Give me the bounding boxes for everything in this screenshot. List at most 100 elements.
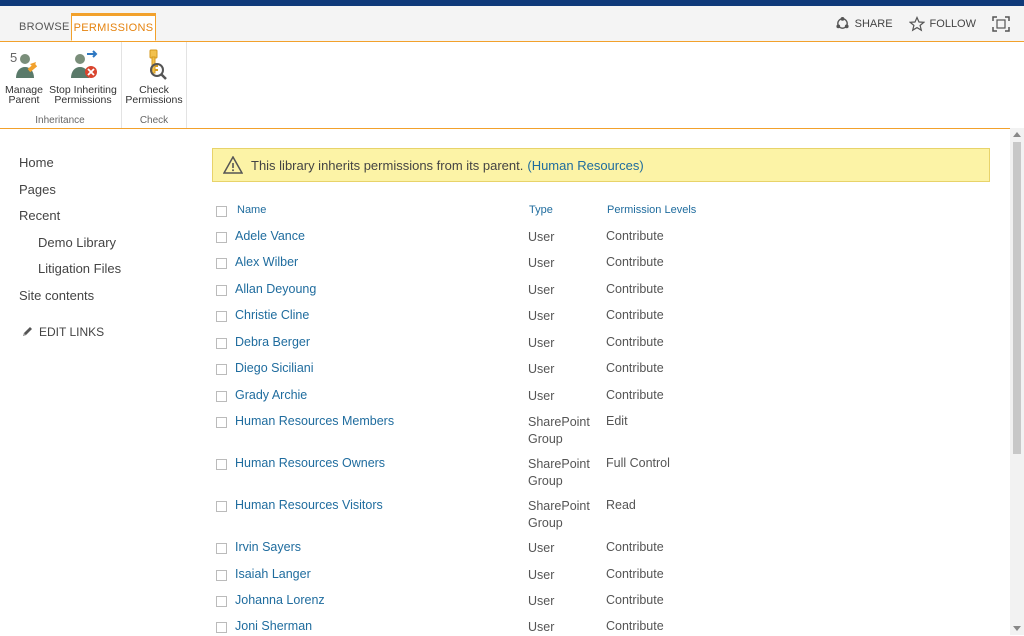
principal-type-line: SharePoint (528, 457, 590, 471)
principal-type-line: User (528, 541, 555, 555)
principal-type: User (528, 308, 554, 325)
permission-level: Full Control (606, 456, 670, 470)
row-checkbox[interactable] (216, 543, 227, 554)
ribbon-group-check: Check Permissions Check (122, 42, 186, 128)
share-icon (836, 16, 849, 29)
check-permissions-button[interactable]: Check Permissions (122, 42, 186, 105)
row-checkbox[interactable] (216, 501, 227, 512)
inheritance-notice: This library inherits permissions from i… (212, 148, 990, 182)
principal-name-link[interactable]: Johanna Lorenz (235, 593, 325, 607)
principal-type: SharePoint Group (528, 498, 590, 532)
principal-name-link[interactable]: Human Resources Members (235, 414, 394, 428)
row-checkbox[interactable] (216, 417, 227, 428)
fullscreen-icon (992, 15, 1010, 32)
principal-name-link[interactable]: Human Resources Owners (235, 456, 385, 470)
nav-litigation-files[interactable]: Litigation Files (19, 256, 121, 283)
row-checkbox[interactable] (216, 459, 227, 470)
manage-parent-icon: 5 (10, 50, 38, 78)
nav-demo-library[interactable]: Demo Library (19, 230, 121, 257)
permission-level: Contribute (606, 567, 664, 581)
principal-name-link[interactable]: Joni Sherman (235, 619, 312, 633)
row-checkbox[interactable] (216, 258, 227, 269)
permission-level: Contribute (606, 229, 664, 243)
principal-type: User (528, 567, 554, 584)
page-actions: SHARE FOLLOW (835, 6, 1010, 41)
row-checkbox[interactable] (216, 391, 227, 402)
permission-level: Edit (606, 414, 628, 428)
ribbon-group-inheritance: 5 Manage Parent Stop Inheriting Permissi… (0, 42, 120, 128)
principal-name-link[interactable]: Debra Berger (235, 335, 310, 349)
stop-inheriting-icon (71, 50, 98, 78)
nav-recent[interactable]: Recent (19, 203, 121, 230)
permission-level: Contribute (606, 593, 664, 607)
permission-level: Contribute (606, 540, 664, 554)
row-checkbox[interactable] (216, 338, 227, 349)
manage-parent-label-2: Parent (8, 94, 40, 106)
scrollbar[interactable] (1010, 128, 1024, 635)
ribbon: 5 Manage Parent Stop Inheriting Permissi… (0, 42, 1024, 129)
manage-parent-button[interactable]: 5 Manage Parent (0, 42, 48, 105)
row-checkbox[interactable] (216, 596, 227, 607)
principal-name-link[interactable]: Human Resources Visitors (235, 498, 383, 512)
pencil-icon (23, 327, 32, 336)
row-checkbox[interactable] (216, 285, 227, 296)
select-all-checkbox[interactable] (216, 206, 227, 217)
principal-type-line: Group (528, 516, 563, 530)
permission-level: Contribute (606, 361, 664, 375)
nav-site-contents[interactable]: Site contents (19, 283, 121, 310)
row-checkbox[interactable] (216, 364, 227, 375)
quick-launch: Home Pages Recent Demo Library Litigatio… (19, 150, 121, 310)
tab-permissions[interactable]: PERMISSIONS (71, 13, 156, 41)
principal-type: User (528, 388, 554, 405)
principal-name-link[interactable]: Adele Vance (235, 229, 305, 243)
check-permissions-icon (149, 49, 167, 80)
row-checkbox[interactable] (216, 622, 227, 633)
principal-name-link[interactable]: Isaiah Langer (235, 567, 311, 581)
permission-level: Contribute (606, 619, 664, 633)
share-label: SHARE (854, 17, 893, 30)
column-header-type[interactable]: Type (529, 204, 553, 216)
parent-site-link[interactable]: (Human Resources) (527, 158, 643, 173)
scroll-up-arrow[interactable] (1013, 132, 1021, 137)
svg-text:5: 5 (10, 50, 17, 65)
principal-name-link[interactable]: Allan Deyoung (235, 282, 316, 296)
permission-level: Read (606, 498, 636, 512)
principal-type-line: Group (528, 474, 563, 488)
nav-home[interactable]: Home (19, 150, 121, 177)
share-button[interactable]: SHARE (835, 16, 893, 31)
star-icon (908, 15, 925, 31)
principal-name-link[interactable]: Grady Archie (235, 388, 307, 402)
principal-type-line: User (528, 336, 555, 350)
tab-browse[interactable]: BROWSE (9, 14, 80, 40)
principal-type-line: User (528, 362, 555, 376)
edit-links-label: EDIT LINKS (39, 325, 105, 339)
row-checkbox[interactable] (216, 232, 227, 243)
follow-label: FOLLOW (929, 17, 976, 30)
scrollbar-thumb[interactable] (1013, 142, 1021, 454)
edit-links-button[interactable]: EDIT LINKS (21, 325, 104, 339)
stop-inheriting-label-2: Permissions (54, 94, 112, 106)
principal-type: User (528, 255, 554, 272)
row-checkbox[interactable] (216, 311, 227, 322)
focus-on-content-button[interactable] (992, 15, 1010, 32)
principal-name-link[interactable]: Diego Siciliani (235, 361, 314, 375)
principal-type: SharePoint Group (528, 414, 590, 448)
principal-type-line: Group (528, 432, 563, 446)
column-header-permission-levels[interactable]: Permission Levels (607, 204, 696, 216)
permission-level: Contribute (606, 282, 664, 296)
principal-name-link[interactable]: Christie Cline (235, 308, 309, 322)
check-permissions-label-2: Permissions (125, 94, 183, 106)
principal-name-link[interactable]: Irvin Sayers (235, 540, 301, 554)
follow-button[interactable]: FOLLOW (908, 15, 976, 32)
stop-inheriting-button[interactable]: Stop Inheriting Permissions (48, 42, 118, 105)
principal-type-line: User (528, 309, 555, 323)
row-checkbox[interactable] (216, 570, 227, 581)
nav-pages[interactable]: Pages (19, 177, 121, 204)
warning-icon (223, 156, 243, 174)
principal-type: User (528, 619, 554, 636)
ribbon-separator (186, 42, 187, 128)
principal-type: User (528, 593, 554, 610)
principal-name-link[interactable]: Alex Wilber (235, 255, 298, 269)
scroll-down-arrow[interactable] (1013, 626, 1021, 631)
column-header-name[interactable]: Name (237, 204, 266, 216)
